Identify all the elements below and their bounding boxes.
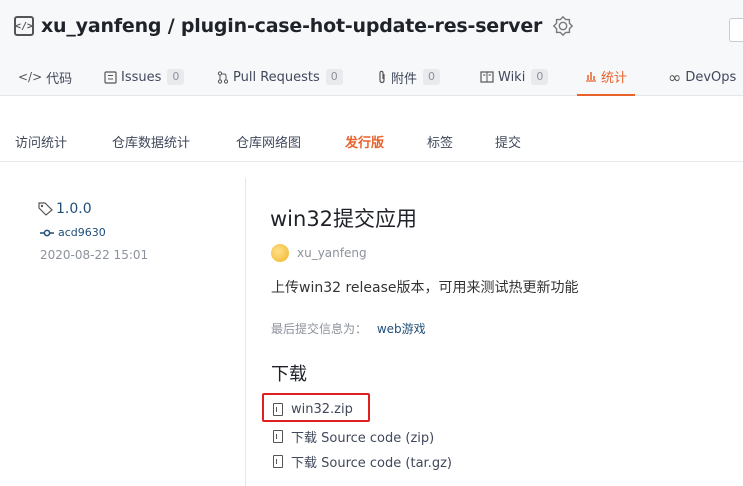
tab-issues[interactable]: Issues 0 xyxy=(104,58,185,96)
subnav-releases[interactable]: 发行版 xyxy=(345,132,384,151)
statistics-subnav: 访问统计 仓库数据统计 仓库网络图 发行版 标签 提交 xyxy=(0,118,743,162)
tab-label: 代码 xyxy=(46,71,73,87)
wiki-count-badge: 0 xyxy=(531,69,549,85)
release-author: xu_yanfeng xyxy=(271,244,367,262)
tab-label: 统计 xyxy=(600,70,627,86)
tag-icon xyxy=(38,202,53,216)
book-icon xyxy=(480,71,494,83)
tab-devops[interactable]: ∞ DevOps xyxy=(668,58,736,96)
tab-wiki[interactable]: Wiki 0 xyxy=(480,58,549,96)
tab-pull-requests[interactable]: Pull Requests 0 xyxy=(217,58,343,96)
asset-source-targz[interactable]: 下载 Source code (tar.gz) xyxy=(273,452,452,471)
last-commit-label: 最后提交信息为： xyxy=(271,322,368,336)
paperclip-icon xyxy=(377,70,387,84)
tab-label: Issues xyxy=(121,69,162,85)
highlight-annotation-box xyxy=(262,393,370,422)
tab-statistics[interactable]: 统计 xyxy=(577,58,635,96)
release-date: 2020-08-22 15:01 xyxy=(40,248,149,262)
infinity-icon: ∞ xyxy=(668,67,682,87)
asset-source-zip[interactable]: 下载 Source code (zip) xyxy=(273,427,434,446)
subnav-repo-data-stats[interactable]: 仓库数据统计 xyxy=(112,132,190,151)
repo-title[interactable]: xu_yanfeng / plugin-case-hot-update-res-… xyxy=(41,15,542,37)
subnav-tags[interactable]: 标签 xyxy=(427,132,453,151)
tab-label: DevOps xyxy=(685,69,737,85)
tab-code[interactable]: </> 代码 xyxy=(18,58,72,96)
bar-chart-icon xyxy=(585,70,597,82)
tab-label: Pull Requests xyxy=(233,69,320,85)
code-icon: </> xyxy=(18,70,43,84)
repo-code-icon: </> xyxy=(14,16,34,36)
pull-requests-count-badge: 0 xyxy=(325,69,343,85)
release-tag[interactable]: 1.0.0 xyxy=(38,201,92,217)
subnav-commits[interactable]: 提交 xyxy=(495,132,521,151)
tab-label: 附件 xyxy=(391,71,418,87)
release-title[interactable]: win32提交应用 xyxy=(270,203,417,233)
release-author-name[interactable]: xu_yanfeng xyxy=(297,246,367,260)
repo-header: </> xu_yanfeng / plugin-case-hot-update-… xyxy=(0,0,743,96)
issues-count-badge: 0 xyxy=(167,69,185,85)
issues-icon xyxy=(104,70,117,84)
release-commit-hash: acd9630 xyxy=(58,226,106,239)
release-tag-label: 1.0.0 xyxy=(56,201,92,217)
downloads-heading: 下载 xyxy=(271,364,307,385)
tab-label: Wiki xyxy=(498,69,526,85)
pull-request-icon xyxy=(217,70,229,84)
avatar[interactable] xyxy=(271,244,289,262)
asset-label: 下载 Source code (zip) xyxy=(291,431,435,446)
release-commit[interactable]: acd9630 xyxy=(40,226,106,239)
subnav-repo-network[interactable]: 仓库网络图 xyxy=(236,132,301,151)
commit-icon xyxy=(40,229,54,236)
attachments-count-badge: 0 xyxy=(423,69,441,85)
header-action-button[interactable] xyxy=(729,18,743,42)
zip-file-icon xyxy=(273,455,283,468)
release-description: 上传win32 release版本，可用来测试热更新功能 xyxy=(271,280,579,296)
repo-title-row: </> xu_yanfeng / plugin-case-hot-update-… xyxy=(14,15,574,37)
release-meta-column: 1.0.0 acd9630 2020-08-22 15:01 xyxy=(0,178,246,486)
last-commit-info: 最后提交信息为： web游戏 xyxy=(271,320,426,337)
zip-file-icon xyxy=(273,430,283,443)
last-commit-link[interactable]: web游戏 xyxy=(377,322,426,336)
tab-attachments[interactable]: 附件 0 xyxy=(377,58,441,96)
subnav-visit-stats[interactable]: 访问统计 xyxy=(15,132,67,151)
asset-label: 下载 Source code (tar.gz) xyxy=(291,456,452,471)
badge-icon[interactable] xyxy=(552,15,574,37)
